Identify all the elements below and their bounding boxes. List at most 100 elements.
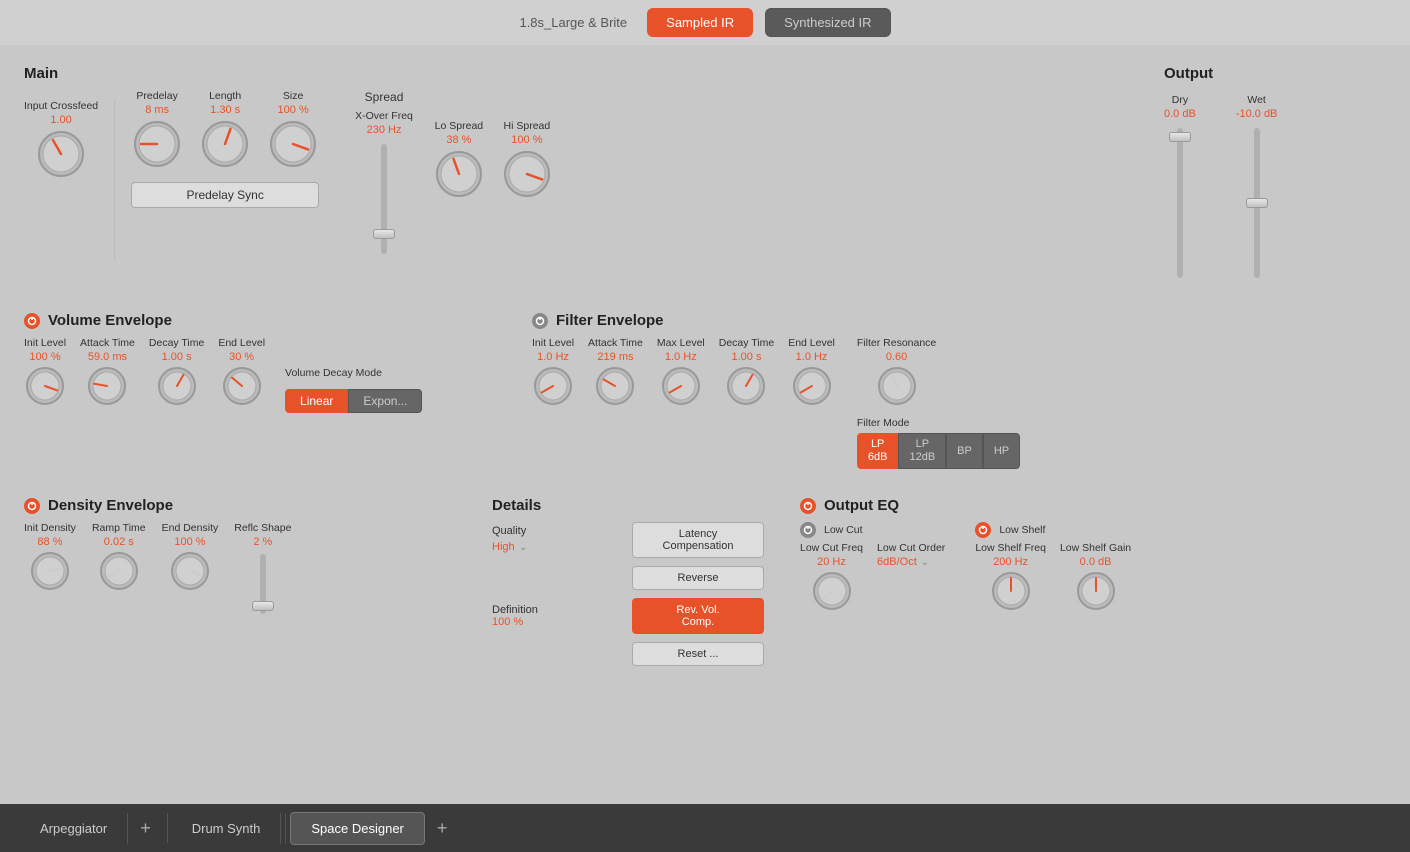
predelay-value: 8 ms — [145, 104, 169, 116]
init-density-label: Init Density — [24, 522, 76, 534]
definition-label: Definition — [492, 604, 624, 616]
output-title: Output — [1164, 65, 1386, 82]
taskbar-space-designer[interactable]: Space Designer — [290, 812, 425, 845]
vol-env-power[interactable] — [24, 313, 40, 329]
vol-init-level-value: 100 % — [29, 351, 60, 363]
low-cut-freq-label: Low Cut Freq — [800, 542, 863, 554]
low-shelf-freq-knob[interactable] — [990, 570, 1032, 612]
input-crossfeed-knob[interactable] — [35, 128, 87, 180]
low-shelf-gain-label: Low Shelf Gain — [1060, 542, 1131, 554]
filter-max-level-value: 1.0 Hz — [665, 351, 697, 363]
density-env-title: Density Envelope — [48, 497, 173, 514]
bp-button[interactable]: BP — [946, 433, 983, 469]
reflc-shape-label: Reflc Shape — [234, 522, 291, 534]
init-density-knob[interactable] — [29, 550, 71, 592]
taskbar-drum-synth[interactable]: Drum Synth — [172, 813, 282, 844]
spread-label: Spread — [365, 90, 404, 104]
preset-name: 1.8s_Large & Brite — [519, 15, 627, 30]
reset-button[interactable]: Reset ... — [632, 642, 764, 666]
expon-decay-button[interactable]: Expon... — [348, 389, 422, 413]
vol-end-level-label: End Level — [218, 337, 265, 349]
xover-freq-slider[interactable] — [381, 144, 387, 254]
output-eq-title: Output EQ — [824, 497, 899, 514]
lo-spread-knob[interactable] — [433, 148, 485, 200]
reflc-shape-slider[interactable] — [260, 554, 266, 614]
filter-resonance-knob[interactable] — [876, 365, 918, 407]
low-shelf-power[interactable] — [975, 522, 991, 538]
low-cut-power[interactable] — [800, 522, 816, 538]
taskbar-add-1[interactable]: + — [128, 812, 163, 845]
linear-decay-button[interactable]: Linear — [285, 389, 348, 413]
vol-env-title: Volume Envelope — [48, 312, 172, 329]
filter-end-level-label: End Level — [788, 337, 835, 349]
low-shelf-gain-knob[interactable] — [1075, 570, 1117, 612]
filter-init-level-value: 1.0 Hz — [537, 351, 569, 363]
filter-attack-knob[interactable] — [594, 365, 636, 407]
low-cut-label: Low Cut — [824, 524, 863, 536]
predelay-sync-button[interactable]: Predelay Sync — [131, 182, 319, 208]
vol-attack-label: Attack Time — [80, 337, 135, 349]
dry-slider[interactable] — [1177, 128, 1183, 278]
end-density-label: End Density — [162, 522, 219, 534]
hp-button[interactable]: HP — [983, 433, 1020, 469]
details-title: Details — [492, 497, 764, 514]
reverse-button[interactable]: Reverse — [632, 566, 764, 590]
vol-decay-label: Decay Time — [149, 337, 204, 349]
filter-decay-label: Decay Time — [719, 337, 774, 349]
output-eq-power[interactable] — [800, 498, 816, 514]
quality-label: Quality — [492, 525, 624, 537]
vol-attack-value: 59.0 ms — [88, 351, 127, 363]
low-cut-order-value: 6dB/Oct — [877, 556, 917, 568]
vol-attack-knob[interactable] — [86, 365, 128, 407]
filter-env-power[interactable] — [532, 313, 548, 329]
wet-label: Wet — [1247, 94, 1265, 106]
vol-end-level-knob[interactable] — [221, 365, 263, 407]
synthesized-ir-button[interactable]: Synthesized IR — [765, 8, 890, 37]
ramp-time-label: Ramp Time — [92, 522, 146, 534]
filter-max-level-knob[interactable] — [660, 365, 702, 407]
density-env-power[interactable] — [24, 498, 40, 514]
input-crossfeed-label: Input Crossfeed — [24, 100, 98, 112]
sampled-ir-button[interactable]: Sampled IR — [647, 8, 753, 37]
wet-value: -10.0 dB — [1236, 108, 1278, 120]
vol-decay-knob[interactable] — [156, 365, 198, 407]
hi-spread-knob[interactable] — [501, 148, 553, 200]
filter-end-level-knob[interactable] — [791, 365, 833, 407]
taskbar-arpeggiator[interactable]: Arpeggiator — [20, 813, 128, 844]
filter-env-title: Filter Envelope — [556, 312, 664, 329]
input-crossfeed-value: 1.00 — [50, 114, 71, 126]
low-shelf-label: Low Shelf — [999, 524, 1045, 536]
rev-vol-comp-button[interactable]: Rev. Vol.Comp. — [632, 598, 764, 634]
low-cut-freq-knob[interactable] — [811, 570, 853, 612]
filter-decay-value: 1.00 s — [731, 351, 761, 363]
predelay-label: Predelay — [136, 90, 177, 102]
lp6db-button[interactable]: LP6dB — [857, 433, 899, 469]
wet-slider[interactable] — [1254, 128, 1260, 278]
vol-decay-value: 1.00 s — [162, 351, 192, 363]
low-shelf-freq-value: 200 Hz — [993, 556, 1028, 568]
ramp-time-knob[interactable] — [98, 550, 140, 592]
filter-attack-label: Attack Time — [588, 337, 643, 349]
filter-resonance-value: 0.60 — [886, 351, 907, 363]
lp12db-button[interactable]: LP12dB — [898, 433, 946, 469]
end-density-knob[interactable] — [169, 550, 211, 592]
vol-init-level-knob[interactable] — [24, 365, 66, 407]
quality-value: High — [492, 541, 515, 553]
predelay-knob[interactable] — [131, 118, 183, 170]
size-value: 100 % — [278, 104, 309, 116]
filter-mode-label: Filter Mode — [857, 417, 1020, 429]
filter-init-level-label: Init Level — [532, 337, 574, 349]
size-knob[interactable] — [267, 118, 319, 170]
size-label: Size — [283, 90, 303, 102]
length-knob[interactable] — [199, 118, 251, 170]
taskbar-add-2[interactable]: + — [425, 812, 460, 845]
filter-init-level-knob[interactable] — [532, 365, 574, 407]
vol-init-level-label: Init Level — [24, 337, 66, 349]
hi-spread-label: Hi Spread — [504, 120, 551, 132]
lo-spread-value: 38 % — [446, 134, 471, 146]
vol-decay-mode-label: Volume Decay Mode — [285, 367, 382, 379]
latency-comp-button[interactable]: LatencyCompensation — [632, 522, 764, 558]
xover-freq-label: X-Over Freq — [355, 110, 413, 122]
definition-value: 100 % — [492, 616, 624, 628]
filter-decay-knob[interactable] — [725, 365, 767, 407]
